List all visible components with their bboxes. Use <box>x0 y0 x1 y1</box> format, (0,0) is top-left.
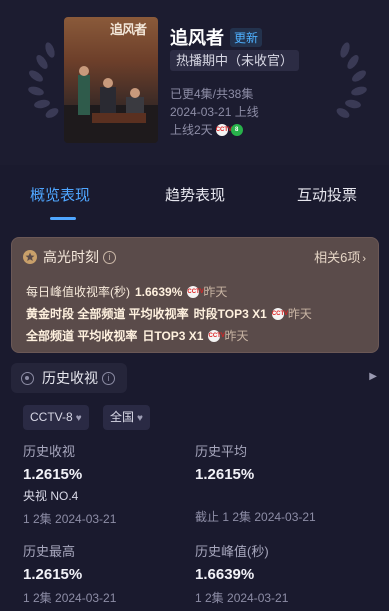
show-title: 追风者 <box>170 28 224 48</box>
tab-vote[interactable]: 互动投票 <box>297 184 357 205</box>
stat-history-peak: 历史峰值(秒) 1.6639% 1 2集 2024-03-21 <box>195 544 289 605</box>
stat-history-average: 历史平均 1.2615% 截止 1 2集 2024-03-21 <box>195 444 316 524</box>
laurel-right-icon <box>336 42 367 118</box>
cctv-channel-icon: CCTV <box>187 285 204 298</box>
info-icon[interactable]: i <box>102 371 115 385</box>
channel-8-icon: 8 <box>230 123 243 136</box>
highlight-card[interactable]: 高光时刻 i 相关6项 › 每日峰值收视率(秒) 1.6639% CCTV 昨天 … <box>11 237 379 353</box>
highlight-row[interactable]: 每日峰值收视率(秒) 1.6639% CCTV 昨天 <box>26 283 227 300</box>
show-poster[interactable]: 追风者 <box>64 17 158 143</box>
days-online: 上线2天 <box>170 123 213 137</box>
tab-trend[interactable]: 趋势表现 <box>165 184 225 205</box>
heart-icon: ♥ <box>75 413 82 424</box>
poster-figures <box>64 66 158 143</box>
episode-count: 已更4集/共38集 <box>170 87 254 101</box>
info-icon[interactable]: i <box>103 250 116 264</box>
stat-history-highest: 历史最高 1.2615% 1 2集 2024-03-21 <box>23 544 117 605</box>
active-tab-indicator <box>50 217 76 220</box>
channel-filter[interactable]: CCTV-8 ♥ <box>23 405 89 430</box>
tab-overview[interactable]: 概览表现 <box>30 184 90 205</box>
days-online-row: 上线2天 CCTV 8 <box>170 121 243 138</box>
highlight-row[interactable]: 全部频道 平均收视率 日TOP3 X1 CCTV 昨天 <box>26 327 249 344</box>
region-filter[interactable]: 全国 ♥ <box>103 405 150 430</box>
laurel-left-icon <box>28 42 59 118</box>
history-title: 历史收视 <box>42 370 98 386</box>
show-header: 追风者 追风者 更新 热播期中（未收官） 已更4集/共38集 2024-03-2… <box>0 0 389 165</box>
chevron-right-icon[interactable]: ▶ <box>369 371 377 382</box>
highlight-more-link[interactable]: 相关6项 › <box>314 247 366 266</box>
gear-icon <box>21 371 34 385</box>
medal-icon <box>23 250 37 264</box>
chevron-right-icon: › <box>362 253 366 265</box>
air-date: 2024-03-21 上线 <box>170 105 259 119</box>
highlight-row[interactable]: 黄金时段 全部频道 平均收视率 时段TOP3 X1 CCTV 昨天 <box>26 305 312 322</box>
heart-icon: ♥ <box>137 413 143 424</box>
cctv-channel-icon: CCTV <box>271 307 288 320</box>
cctv-channel-icon: CCTV <box>215 123 232 136</box>
history-title-pill[interactable]: 历史收视 i <box>11 363 127 393</box>
stat-history-rating: 历史收视 1.2615% 央视 NO.4 1 2集 2024-03-21 <box>23 444 117 526</box>
update-badge: 更新 <box>230 27 263 47</box>
status-badge: 热播期中（未收官） <box>170 50 300 71</box>
tab-bar: 概览表现 趋势表现 互动投票 <box>0 165 389 221</box>
cctv-channel-icon: CCTV <box>208 329 225 342</box>
highlight-title: 高光时刻 <box>43 249 99 265</box>
history-section-header: 历史收视 i ▶ <box>11 363 379 393</box>
